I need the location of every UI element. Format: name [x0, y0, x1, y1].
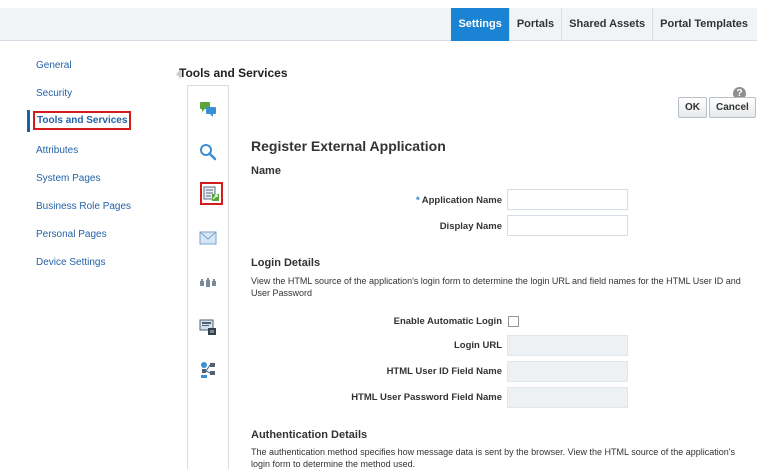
html-password-label: HTML User Password Field Name	[351, 392, 502, 403]
enable-automatic-login-label: Enable Automatic Login	[393, 316, 502, 327]
application-name-label: * Application Name	[416, 195, 502, 206]
sidebar-item-device-settings[interactable]: Device Settings	[36, 257, 105, 268]
login-details-description: View the HTML source of the application'…	[251, 276, 741, 298]
tab-settings[interactable]: Settings	[451, 8, 509, 41]
search-icon[interactable]	[197, 141, 219, 163]
presence-icon[interactable]	[197, 316, 219, 338]
sidebar-item-personal-pages[interactable]: Personal Pages	[36, 229, 107, 240]
cancel-button[interactable]: Cancel	[709, 97, 756, 118]
tab-portal-templates[interactable]: Portal Templates	[652, 8, 755, 41]
sidebar-item-attributes[interactable]: Attributes	[36, 145, 78, 156]
display-name-input[interactable]	[507, 215, 628, 236]
people-connections-icon[interactable]	[197, 273, 219, 295]
tab-shared-assets[interactable]: Shared Assets	[561, 8, 652, 41]
html-user-id-label: HTML User ID Field Name	[386, 366, 502, 377]
login-url-input[interactable]	[507, 335, 628, 356]
authentication-details-heading: Authentication Details	[251, 429, 368, 441]
section-title: Tools and Services	[179, 66, 288, 80]
authentication-details-description: The authentication method specifies how …	[251, 447, 735, 469]
sidebar-item-security[interactable]: Security	[36, 88, 72, 99]
login-details-heading: Login Details	[251, 257, 321, 269]
mail-icon[interactable]	[197, 227, 219, 249]
required-marker: *	[416, 195, 420, 206]
sidebar-item-general[interactable]: General	[36, 60, 72, 71]
login-url-label: Login URL	[453, 340, 502, 351]
sidebar-selected-indicator	[27, 110, 30, 132]
display-name-label: Display Name	[439, 221, 502, 232]
workflow-icon[interactable]	[197, 359, 219, 381]
services-icon-strip	[187, 85, 229, 469]
sidebar-item-tools-and-services[interactable]: Tools and Services	[33, 111, 132, 130]
chat-icon[interactable]	[197, 98, 219, 120]
ok-button[interactable]: OK	[678, 97, 707, 118]
top-tabs: Settings Portals Shared Assets Portal Te…	[451, 8, 755, 41]
name-section-heading: Name	[251, 165, 281, 177]
external-application-icon[interactable]	[200, 182, 223, 205]
enable-automatic-login-checkbox[interactable]	[508, 316, 519, 327]
application-name-input[interactable]	[507, 189, 628, 210]
settings-sidebar	[0, 42, 165, 469]
html-password-input[interactable]	[507, 387, 628, 408]
sidebar-item-system-pages[interactable]: System Pages	[36, 173, 100, 184]
form-title: Register External Application	[251, 138, 446, 154]
tab-portals[interactable]: Portals	[508, 8, 561, 41]
application-name-label-text: Application Name	[421, 195, 502, 206]
html-user-id-input[interactable]	[507, 361, 628, 382]
sidebar-item-business-role-pages[interactable]: Business Role Pages	[36, 201, 131, 212]
